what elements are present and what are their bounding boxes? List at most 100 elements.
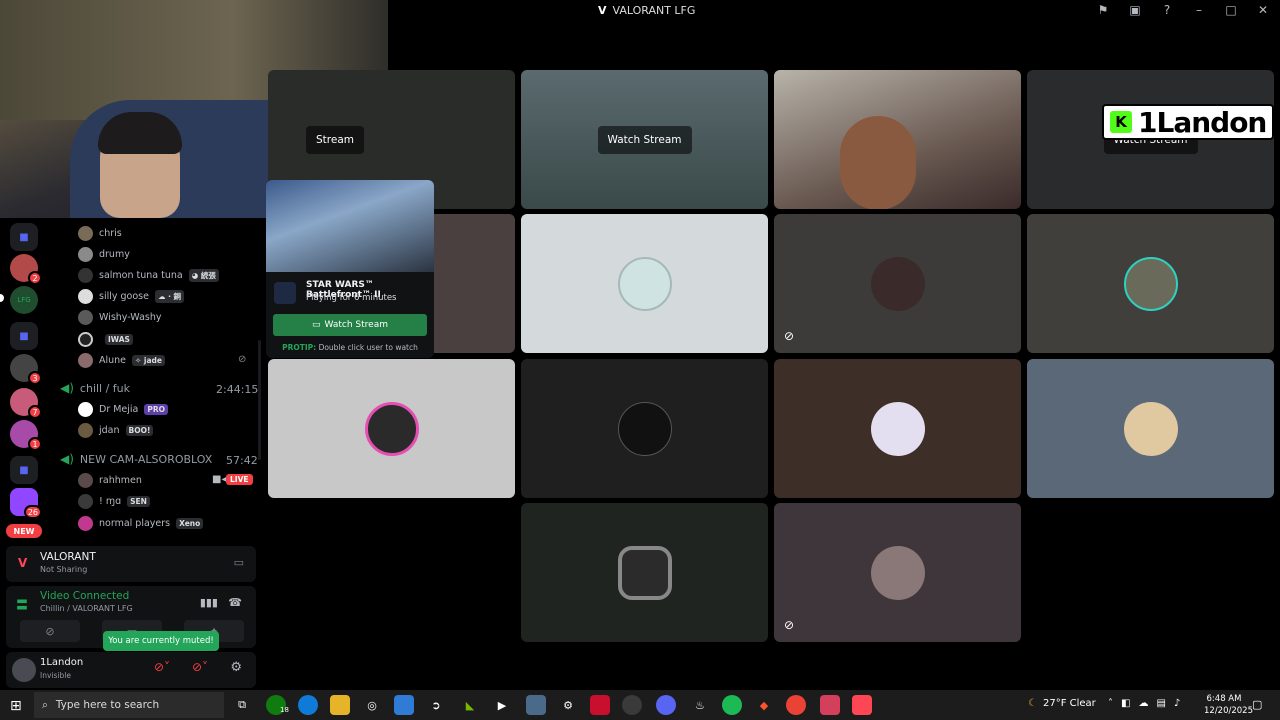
task-view-icon[interactable]: ⧉ [232,695,252,715]
calculator-icon[interactable] [526,695,546,715]
volume-icon[interactable]: ♪ [1174,698,1180,709]
app-icon[interactable] [622,695,642,715]
windows-start-icon[interactable]: ⊞ [10,698,22,714]
store-icon[interactable] [394,695,414,715]
voice-status[interactable]: Video Connected [40,590,129,602]
new-servers-pill[interactable]: NEW [6,524,42,538]
flag-icon[interactable]: ⚑ [1096,3,1110,17]
user-name[interactable]: 1Landon [40,657,83,668]
maximize-icon[interactable]: □ [1224,3,1238,17]
app-icon[interactable] [820,695,840,715]
channel-scrollbar[interactable] [258,340,261,460]
taskbar-search[interactable]: ⌕ Type here to search [34,692,224,718]
server-icon[interactable]: 7 [10,388,42,419]
video-tile[interactable] [521,503,768,642]
video-tile[interactable] [1027,214,1274,353]
voice-member[interactable]: silly goose ☁ · 銅 [78,287,185,305]
brave-icon[interactable]: ◆ [754,695,774,715]
voice-channel[interactable]: Chillin / VALORANT LFG [40,604,133,613]
watch-stream-label: Watch Stream [324,320,388,330]
member-tag: BOO! [125,424,154,436]
server-badge: 1 [28,437,42,451]
settings-gear-icon[interactable]: ⚙ [558,695,578,715]
clock-date: 12/20/2025 [1204,706,1253,716]
discord-icon[interactable] [656,695,676,715]
voice-member[interactable]: Alune ✧ jade [78,351,166,369]
network-icon[interactable]: ▤ [1156,698,1165,709]
help-icon[interactable]: ? [1160,3,1174,17]
steam-icon[interactable]: ♨ [690,695,710,715]
server-icon-lfg[interactable]: LFG [10,286,38,314]
server-folder[interactable]: ■ [10,223,38,251]
taskbar-clock[interactable]: 6:48 AM 12/20/2025 [1204,693,1253,717]
server-icon[interactable]: 3 [10,354,42,385]
voice-member[interactable]: jdan BOO! [78,421,154,439]
noise-suppression-icon[interactable]: ▮▮▮ [200,596,218,609]
server-rail: ■ 2 LFG ■ 3 7 1 ■ 26 NEW [0,218,48,544]
video-tile[interactable] [1027,359,1274,498]
video-tile[interactable] [521,214,768,353]
video-tile-webcam[interactable] [774,70,1021,209]
server-icon-twitch[interactable]: 26 [10,488,42,519]
app-icon[interactable] [590,695,610,715]
deafen-icon[interactable]: ⊘˅ [192,660,208,674]
video-tile[interactable] [774,359,1021,498]
spotify-icon[interactable] [722,695,742,715]
chevron-up-icon[interactable]: ˄ [1108,698,1113,709]
file-explorer-icon[interactable] [330,695,350,715]
video-tile[interactable]: ⊘ [774,214,1021,353]
app-icon[interactable]: ◎ [362,695,382,715]
voice-member[interactable]: Dr Mejia PRO [78,400,169,418]
video-tile[interactable]: Watch Stream [521,70,768,209]
close-icon[interactable]: ✕ [1256,3,1270,17]
voice-member[interactable]: ! ɱɑ SEN [78,492,150,510]
voice-member[interactable]: rahhmen [78,471,142,489]
cloud-icon[interactable]: ☁ [1138,698,1148,709]
watch-stream-button[interactable]: Stream [306,125,364,154]
discord-app: V VALORANT LFG ⚑ ▣ ? – □ ✕ ■ 2 LFG ■ 3 7… [0,0,1280,690]
server-folder[interactable]: ■ [10,456,38,484]
voice-channel-newcam[interactable]: ◀) NEW CAM-ALSOROBLOX [60,452,212,466]
video-tile[interactable] [268,359,515,498]
voice-channel-chill[interactable]: ◀) chill / fuk [60,381,130,395]
server-icon[interactable]: 2 [10,254,42,285]
protip-label: PROTIP: [282,343,317,352]
member-name: Alune [99,354,127,366]
notifications-icon[interactable]: ▢ [1252,698,1262,711]
chrome-icon[interactable] [786,695,806,715]
inbox-icon[interactable]: ▣ [1128,3,1142,17]
voice-member[interactable]: normal players Xeno [78,514,204,532]
media-player-icon[interactable]: ▶ [492,695,512,715]
valorant-taskbar-icon[interactable] [852,695,872,715]
stream-thumbnail[interactable] [266,180,434,272]
screen-share-icon[interactable]: ▭ [234,556,244,569]
voice-member[interactable]: IWAS [78,330,133,348]
settings-gear-icon[interactable]: ⚙ [230,660,242,675]
avatar[interactable] [12,658,36,682]
voice-member[interactable]: Wishy-Washy [78,308,162,326]
server-folder[interactable]: ■ [10,322,38,350]
video-tile[interactable]: ⊘ [774,503,1021,642]
kick-logo-icon: K [1110,111,1132,133]
camera-button[interactable]: ⊘ [20,620,80,642]
folder-icon: ■ [19,231,29,243]
voice-member[interactable]: drumy [78,245,130,263]
mic-muted-icon[interactable]: ⊘˅ [154,660,170,674]
disconnect-icon[interactable]: ☎ [228,596,242,609]
video-tile[interactable] [521,359,768,498]
minimize-icon[interactable]: – [1192,3,1206,17]
valorant-icon: V [18,556,28,570]
watch-stream-button[interactable]: Watch Stream [597,125,692,154]
app-icon[interactable]: ➲ [426,695,446,715]
weather-widget[interactable]: ☾ 27°F Clear [1028,698,1096,709]
camera-off-icon: ⊘ [45,624,55,638]
server-icon[interactable]: 1 [10,420,42,451]
voice-member[interactable]: chris [78,224,122,242]
user-status: Invisible [40,671,71,680]
nvidia-icon[interactable]: ◣ [460,695,480,715]
voice-member[interactable]: salmon tuna tuna ◕ 続張 [78,266,219,284]
edge-icon[interactable] [298,695,318,715]
watch-stream-button[interactable]: ▭ Watch Stream [273,314,427,336]
member-name: drumy [99,248,130,260]
tray-app-icon[interactable]: ◧ [1121,698,1130,709]
